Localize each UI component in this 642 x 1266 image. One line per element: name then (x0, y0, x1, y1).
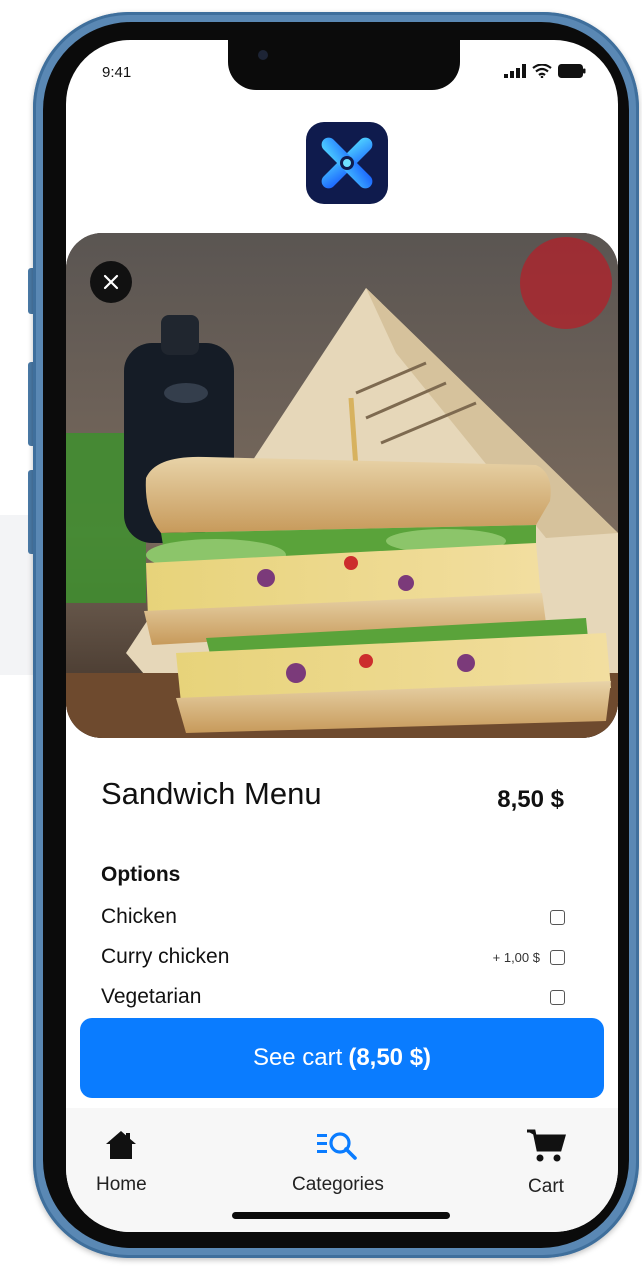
tab-categories[interactable]: Categories (292, 1128, 384, 1196)
option-row-chicken[interactable]: Chicken (101, 902, 565, 932)
categories-search-icon (316, 1132, 357, 1160)
close-button[interactable] (90, 261, 132, 303)
home-indicator (232, 1212, 450, 1219)
option-extra-price: + 1,00 $ (492, 949, 540, 965)
sandwich-photo (66, 233, 618, 738)
option-checkbox[interactable] (550, 949, 565, 965)
home-icon (106, 1131, 137, 1159)
tab-label: Categories (292, 1174, 384, 1195)
notch (228, 40, 460, 90)
tab-home[interactable]: Home (96, 1128, 147, 1196)
option-label: Vegetarian (101, 985, 202, 1008)
option-row-curry-chicken[interactable]: Curry chicken + 1,00 $ (101, 942, 565, 972)
option-label: Curry chicken (101, 945, 230, 968)
battery-icon (558, 64, 586, 78)
tab-label: Cart (528, 1176, 564, 1197)
product-image (66, 233, 618, 738)
front-camera (258, 50, 268, 60)
status-icons (504, 64, 586, 78)
cart-icon (527, 1129, 566, 1162)
status-time: 9:41 (102, 64, 132, 81)
close-icon (103, 274, 119, 290)
wifi-icon (532, 64, 552, 78)
item-price: 8,50 $ (497, 786, 564, 813)
see-cart-label: See cart (252, 1044, 343, 1071)
option-label: Chicken (101, 905, 177, 928)
option-checkbox[interactable] (550, 909, 565, 925)
tab-label: Home (96, 1174, 147, 1195)
signal-icon (504, 64, 526, 78)
app-logo-icon (306, 122, 388, 204)
options-title: Options (101, 863, 181, 886)
item-title: Sandwich Menu (101, 776, 322, 811)
see-cart-button[interactable]: See cart (8,50 $) (80, 1018, 604, 1098)
option-row-vegetarian[interactable]: Vegetarian (101, 982, 565, 1012)
see-cart-amount: (8,50 $) (348, 1044, 432, 1071)
tab-cart[interactable]: Cart (526, 1128, 566, 1198)
option-checkbox[interactable] (550, 989, 565, 1005)
phone-screen: 9:41 Sandwich Menu 8,50 $ Options Chicke… (66, 40, 618, 1232)
